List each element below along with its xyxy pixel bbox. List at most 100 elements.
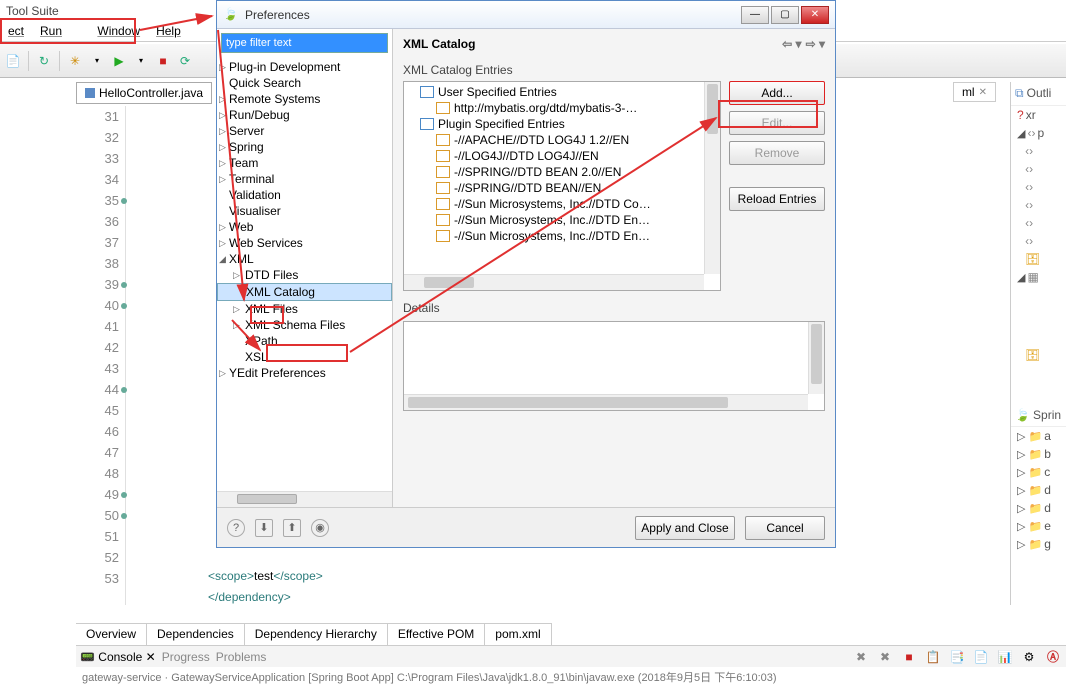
tree-item[interactable]: XML Catalog <box>217 283 392 301</box>
tree-item[interactable]: Validation <box>217 187 392 203</box>
outline-item[interactable]: ‹› <box>1011 160 1066 178</box>
maximize-button[interactable]: ▢ <box>771 6 799 24</box>
spring-item[interactable]: ▷ 📁 b <box>1011 445 1066 463</box>
tree-item[interactable]: Visualiser <box>217 203 392 219</box>
tree-item[interactable]: ▷YEdit Preferences <box>217 365 392 381</box>
back-icon[interactable]: ⇦ ▾ <box>782 37 801 51</box>
outline-item[interactable]: ◢ ‹› p <box>1011 124 1066 142</box>
catalog-entry[interactable]: -//Sun Microsystems, Inc.//DTD Co… <box>406 196 702 212</box>
tree-item[interactable]: ▷DTD Files <box>217 267 392 283</box>
scrollbar-horizontal[interactable] <box>404 394 808 410</box>
outline-item[interactable]: ‹› <box>1011 178 1066 196</box>
menu-help[interactable]: Help <box>148 22 189 41</box>
catalog-entry[interactable]: -//Sun Microsystems, Inc.//DTD En… <box>406 228 702 244</box>
scrollbar-vertical[interactable] <box>704 82 720 274</box>
console-icon[interactable]: 📄 <box>972 648 990 666</box>
problems-tab[interactable]: Problems <box>216 650 267 664</box>
editor-subtab[interactable]: pom.xml <box>485 624 551 645</box>
export-icon[interactable]: ⬆ <box>283 519 301 537</box>
catalog-entry[interactable]: http://mybatis.org/dtd/mybatis-3-… <box>406 100 702 116</box>
outline-item[interactable]: 🗄 <box>1011 250 1066 268</box>
refresh-icon[interactable]: ↻ <box>35 52 53 70</box>
console-icon[interactable]: 📊 <box>996 648 1014 666</box>
tree-item[interactable]: ▷Web Services <box>217 235 392 251</box>
catalog-entry[interactable]: -//Sun Microsystems, Inc.//DTD En… <box>406 212 702 228</box>
record-icon[interactable]: ◉ <box>311 519 329 537</box>
progress-tab[interactable]: Progress <box>162 650 210 664</box>
anthropic-icon[interactable]: Ⓐ <box>1044 648 1062 666</box>
scrollbar-vertical[interactable] <box>808 322 824 394</box>
forward-icon[interactable]: ⇨ ▾ <box>806 37 825 51</box>
editor-subtab[interactable]: Effective POM <box>388 624 485 645</box>
catalog-entry[interactable]: -//APACHE//DTD LOG4J 1.2//EN <box>406 132 702 148</box>
run-icon[interactable]: ▶ <box>110 52 128 70</box>
spring-item[interactable]: ▷ 📁 c <box>1011 463 1066 481</box>
catalog-entry[interactable]: ◢Plugin Specified Entries <box>406 116 702 132</box>
help-icon[interactable]: ? <box>227 519 245 537</box>
tree-item[interactable]: ▷Run/Debug <box>217 107 392 123</box>
close-button[interactable]: ✕ <box>801 6 829 24</box>
tree-item[interactable]: ▷Web <box>217 219 392 235</box>
dialog-titlebar[interactable]: 🍃 Preferences — ▢ ✕ <box>217 1 835 29</box>
outline-item[interactable]: ‹› <box>1011 214 1066 232</box>
catalog-entry[interactable]: -//LOG4J//DTD LOG4J//EN <box>406 148 702 164</box>
remove-button[interactable]: Remove <box>729 141 825 165</box>
outline-item[interactable]: 🗄 <box>1011 346 1066 364</box>
catalog-entry[interactable]: ◢User Specified Entries <box>406 84 702 100</box>
tree-item[interactable]: XSL <box>217 349 392 365</box>
spring-item[interactable]: ▷ 📁 d <box>1011 499 1066 517</box>
reload-entries-button[interactable]: Reload Entries <box>729 187 825 211</box>
tree-item[interactable]: Quick Search <box>217 75 392 91</box>
tree-item[interactable]: ▷Terminal <box>217 171 392 187</box>
tree-item[interactable]: ▷Plug-in Development <box>217 59 392 75</box>
apply-close-button[interactable]: Apply and Close <box>635 516 735 540</box>
console-icon[interactable]: ✖ <box>852 648 870 666</box>
tree-item[interactable]: ◢XML <box>217 251 392 267</box>
preferences-tree[interactable]: ▷Plug-in DevelopmentQuick Search▷Remote … <box>217 57 392 491</box>
chevron-down-icon[interactable]: ▾ <box>88 52 106 70</box>
scrollbar-horizontal[interactable] <box>404 274 704 290</box>
editor-subtab[interactable]: Overview <box>76 624 147 645</box>
close-icon[interactable]: ✕ <box>979 87 987 98</box>
entries-list[interactable]: ◢User Specified Entrieshttp://mybatis.or… <box>403 81 721 291</box>
outline-root[interactable]: ?xr <box>1011 106 1066 124</box>
console-icon[interactable]: ⚙ <box>1020 648 1038 666</box>
menu-run[interactable]: Run <box>32 22 70 41</box>
outline-item[interactable]: ‹› <box>1011 232 1066 250</box>
scrollbar-horizontal[interactable] <box>217 491 392 507</box>
menu-project[interactable]: ect <box>0 22 32 41</box>
console-icon[interactable]: 📋 <box>924 648 942 666</box>
cancel-button[interactable]: Cancel <box>745 516 825 540</box>
console-tab[interactable]: 📟 Console ✕ <box>80 650 156 664</box>
minimize-button[interactable]: — <box>741 6 769 24</box>
edit-button[interactable]: Edit... <box>729 111 825 135</box>
tree-item[interactable]: ▷XML Files <box>217 301 392 317</box>
tree-item[interactable]: XPath <box>217 333 392 349</box>
add-button[interactable]: Add... <box>729 81 825 105</box>
catalog-entry[interactable]: -//SPRING//DTD BEAN 2.0//EN <box>406 164 702 180</box>
tree-item[interactable]: ▷Server <box>217 123 392 139</box>
editor-subtab[interactable]: Dependency Hierarchy <box>245 624 388 645</box>
editor-subtab[interactable]: Dependencies <box>147 624 245 645</box>
stop-icon[interactable]: ■ <box>900 648 918 666</box>
chevron-down-icon[interactable]: ▾ <box>132 52 150 70</box>
tree-item[interactable]: ▷Spring <box>217 139 392 155</box>
tree-item[interactable]: ▷XML Schema Files <box>217 317 392 333</box>
console-icon[interactable]: 📑 <box>948 648 966 666</box>
tree-item[interactable]: ▷Remote Systems <box>217 91 392 107</box>
debug-icon[interactable]: ✳ <box>66 52 84 70</box>
catalog-entry[interactable]: -//SPRING//DTD BEAN//EN <box>406 180 702 196</box>
editor-tab[interactable]: HelloController.java <box>76 82 212 104</box>
outline-item[interactable]: ‹› <box>1011 142 1066 160</box>
relaunch-icon[interactable]: ⟳ <box>176 52 194 70</box>
tree-item[interactable]: ▷Team <box>217 155 392 171</box>
filter-input[interactable] <box>222 34 387 52</box>
spring-item[interactable]: ▷ 📁 d <box>1011 481 1066 499</box>
outline-item[interactable]: ‹› <box>1011 196 1066 214</box>
import-icon[interactable]: ⬇ <box>255 519 273 537</box>
console-icon[interactable]: ✖ <box>876 648 894 666</box>
spring-item[interactable]: ▷ 📁 g <box>1011 535 1066 553</box>
editor-tab-xml[interactable]: ml ✕ <box>953 82 996 102</box>
spring-item[interactable]: ▷ 📁 e <box>1011 517 1066 535</box>
menu-window[interactable]: Window <box>89 22 148 41</box>
